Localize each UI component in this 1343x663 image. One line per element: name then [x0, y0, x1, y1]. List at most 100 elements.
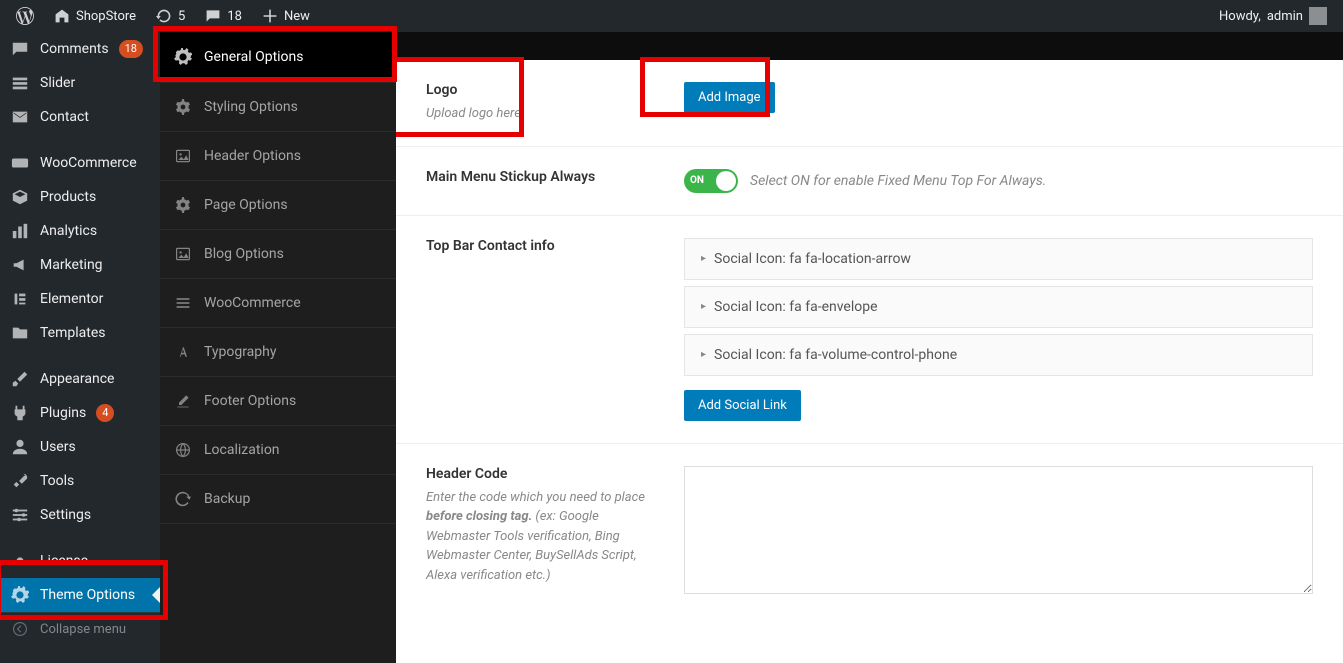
user-account-link[interactable]: Howdy, admin [1211, 0, 1335, 32]
admin-menu-label: Tools [40, 473, 74, 489]
admin-menu-label: Users [40, 439, 76, 455]
options-tab-styling-options[interactable]: Styling Options [160, 83, 396, 132]
social-icon-row[interactable]: ▸Social Icon: fa fa-location-arrow [684, 238, 1313, 280]
new-label: New [284, 9, 310, 24]
collapse-icon [10, 621, 30, 637]
chevron-right-icon: ▸ [701, 301, 706, 312]
admin-menu-tools[interactable]: Tools [0, 464, 160, 498]
admin-menu-theme-options[interactable]: Theme Options [0, 578, 160, 612]
options-tab-page-options[interactable]: Page Options [160, 181, 396, 230]
add-image-button[interactable]: Add Image [684, 82, 775, 113]
admin-menu-elementor[interactable]: Elementor [0, 282, 160, 316]
gear-icon [174, 48, 192, 66]
admin-menu-label: Theme Options [40, 587, 135, 603]
theme-options-content: Logo Upload logo here Add Image Main Men… [396, 32, 1343, 663]
wp-logo-button[interactable] [8, 0, 42, 32]
options-tab-localization[interactable]: Localization [160, 426, 396, 475]
admin-menu-label: Contact [40, 109, 89, 125]
site-home-link[interactable]: ShopStore [46, 0, 144, 32]
admin-menu-plugins[interactable]: Plugins4 [0, 396, 160, 430]
options-tab-label: Styling Options [204, 99, 298, 115]
header-code-textarea[interactable] [684, 466, 1313, 594]
admin-menu-products[interactable]: Products [0, 180, 160, 214]
options-tab-general-options[interactable]: General Options [160, 32, 396, 83]
menu-stickup-hint: Select ON for enable Fixed Menu Top For … [750, 173, 1046, 189]
edit-icon [174, 393, 192, 409]
user-display-name: admin [1267, 9, 1303, 24]
menu-stickup-title: Main Menu Stickup Always [426, 169, 654, 185]
admin-menu-label: Elementor [40, 291, 103, 307]
woo-icon [10, 154, 30, 172]
updates-link[interactable]: 5 [148, 0, 193, 32]
topbar-title: Top Bar Contact info [426, 238, 654, 254]
menu-stickup-toggle[interactable]: ON [684, 169, 738, 193]
refresh-icon [174, 491, 192, 507]
collapse-menu-button[interactable]: Collapse menu [0, 612, 160, 645]
options-tab-label: Page Options [204, 197, 288, 213]
options-tab-label: Typography [204, 344, 276, 360]
add-social-link-button[interactable]: Add Social Link [684, 390, 801, 421]
options-tab-woocommerce[interactable]: WooCommerce [160, 279, 396, 328]
options-tab-header-options[interactable]: Header Options [160, 132, 396, 181]
options-tab-label: WooCommerce [204, 295, 301, 311]
social-icon-row[interactable]: ▸ Social Icon: fa fa-envelope [684, 286, 1313, 328]
envelope-icon [10, 108, 30, 126]
content-header-strip [396, 32, 1343, 60]
admin-menu-appearance[interactable]: Appearance [0, 362, 160, 396]
admin-menu-users[interactable]: Users [0, 430, 160, 464]
gear-alt-icon [174, 99, 192, 115]
admin-menu-label: Slider [40, 75, 75, 91]
admin-menu-label: License [40, 553, 88, 569]
user-icon [10, 438, 30, 456]
home-icon [54, 8, 70, 24]
social-icon-row[interactable]: ▸Social Icon: fa fa-volume-control-phone [684, 334, 1313, 376]
admin-menu-label: Appearance [40, 371, 114, 387]
admin-menu-analytics[interactable]: Analytics [0, 214, 160, 248]
social-icon-label: Social Icon: fa fa-volume-control-phone [714, 347, 957, 363]
options-tab-blog-options[interactable]: Blog Options [160, 230, 396, 279]
slider-icon [10, 74, 30, 92]
admin-menu-label: Templates [40, 325, 106, 341]
admin-menu-label: Comments [40, 41, 109, 57]
admin-menu-slider[interactable]: Slider [0, 66, 160, 100]
admin-menu-templates[interactable]: Templates [0, 316, 160, 350]
gear-cut-icon [10, 552, 30, 570]
admin-menu-settings[interactable]: Settings [0, 498, 160, 532]
site-name-label: ShopStore [76, 9, 136, 24]
plug-icon [10, 404, 30, 422]
logo-hint: Upload logo here [426, 104, 654, 124]
theme-options-sidebar: General Options Styling Options Header Opt… [160, 32, 396, 663]
folder-icon [10, 324, 30, 342]
admin-menu-marketing[interactable]: Marketing [0, 248, 160, 282]
social-icon-label: Social Icon: fa fa-envelope [714, 299, 878, 315]
options-tab-footer-options[interactable]: Footer Options [160, 377, 396, 426]
options-tab-label: Backup [204, 491, 250, 507]
options-tab-label: Header Options [204, 148, 301, 164]
admin-menu-label: Marketing [40, 257, 103, 273]
options-tab-label: General Options [204, 49, 304, 65]
wrench-icon [10, 472, 30, 490]
new-content-link[interactable]: New [254, 0, 318, 32]
options-tab-typography[interactable]: Typography [160, 328, 396, 377]
toggle-knob [716, 171, 736, 191]
badge: 18 [119, 40, 143, 58]
comments-link[interactable]: 18 [197, 0, 250, 32]
admin-menu-contact[interactable]: Contact [0, 100, 160, 134]
toolbar-comments-count: 18 [227, 9, 242, 24]
admin-menu-comments[interactable]: Comments 18 [0, 32, 160, 66]
options-tab-label: Localization [204, 442, 280, 458]
admin-menu-license[interactable]: License [0, 544, 160, 578]
admin-menu-woocommerce[interactable]: WooCommerce [0, 146, 160, 180]
gear-icon [10, 586, 30, 604]
gear-alt-icon [174, 197, 192, 213]
wordpress-icon [16, 7, 34, 25]
comment-icon [205, 8, 221, 24]
sliders-icon [10, 506, 30, 524]
options-tab-label: Blog Options [204, 246, 284, 262]
options-tab-backup[interactable]: Backup [160, 475, 396, 524]
image-icon [174, 148, 192, 164]
globe-icon [174, 442, 192, 458]
elementor-icon [10, 290, 30, 308]
admin-sidebar: Comments 18 Slider Contact WooCommerceProduc… [0, 32, 160, 663]
header-code-section: Header Code Enter the code which you nee… [396, 444, 1343, 620]
